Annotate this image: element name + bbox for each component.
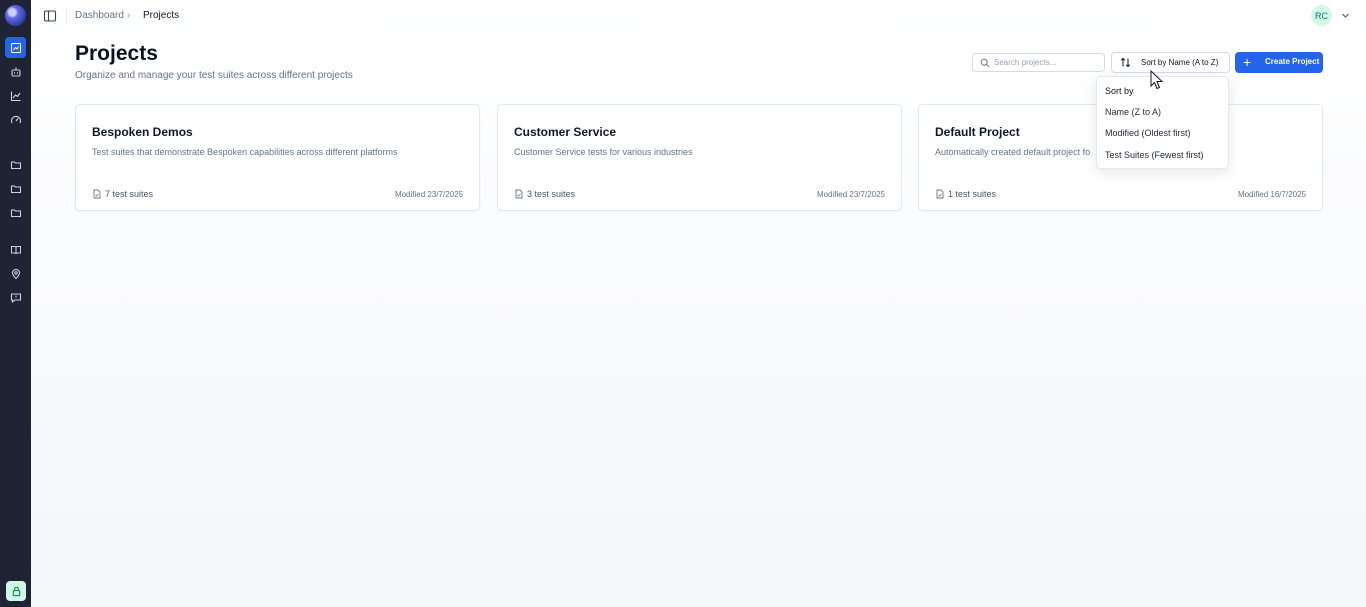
project-title: Default Project — [935, 125, 1020, 139]
breadcrumb-current: Projects — [143, 10, 180, 21]
folder-icon — [10, 184, 21, 193]
sidebar-item-status[interactable] — [6, 581, 26, 601]
sidebar-item-folder-1[interactable] — [5, 154, 26, 175]
test-suite-count-label: 3 test suites — [527, 189, 576, 199]
sidebar — [0, 0, 31, 607]
divider — [66, 9, 67, 23]
test-suite-count: 1 test suites — [935, 189, 996, 199]
top-bar: Dashboard › Projects RC — [31, 0, 1366, 32]
create-project-label: Create Project — [1265, 57, 1320, 66]
project-title: Customer Service — [514, 125, 617, 139]
test-suite-count-label: 1 test suites — [948, 189, 997, 199]
project-title: Bespoken Demos — [92, 125, 193, 139]
projects-icon — [10, 42, 21, 53]
app-logo[interactable] — [5, 5, 26, 26]
sort-option-name-desc[interactable]: Name (Z to A) — [1105, 107, 1161, 117]
sidebar-item-monitor[interactable] — [5, 109, 26, 130]
line-chart-icon — [10, 91, 20, 101]
project-description: Test suites that demonstrate Bespoken ca… — [92, 147, 398, 157]
breadcrumb-dashboard[interactable]: Dashboard — [75, 10, 124, 21]
project-description: Customer Service tests for various indus… — [514, 147, 693, 157]
search-input[interactable] — [994, 56, 1099, 69]
search-box[interactable] — [972, 53, 1105, 72]
modified-date: Modified 16/7/2025 — [1237, 190, 1306, 199]
file-icon — [93, 189, 101, 199]
robot-icon — [10, 67, 21, 77]
gauge-icon — [10, 115, 21, 123]
map-pin-icon — [11, 268, 20, 279]
folder-icon — [10, 160, 21, 169]
panel-toggle-icon[interactable] — [43, 9, 57, 23]
modified-date: Modified 23/7/2025 — [394, 190, 463, 199]
breadcrumb-separator: › — [127, 10, 131, 21]
modified-date: Modified 23/7/2025 — [816, 190, 885, 199]
test-suite-count: 7 test suites — [92, 189, 153, 199]
chevron-down-icon[interactable] — [1341, 11, 1350, 20]
mouse-cursor-icon — [1150, 70, 1164, 90]
folder-icon — [10, 208, 21, 217]
page-title: Projects — [75, 42, 158, 65]
sidebar-item-folder-3[interactable] — [5, 202, 26, 223]
avatar[interactable]: RC — [1311, 5, 1332, 26]
sidebar-item-feedback[interactable] — [5, 287, 26, 308]
sidebar-item-folder-2[interactable] — [5, 178, 26, 199]
page-subtitle: Organize and manage your test suites acr… — [75, 70, 353, 81]
file-icon — [515, 189, 523, 199]
message-icon — [10, 292, 21, 303]
sort-button-label: Sort by Name (A to Z) — [1141, 58, 1219, 67]
sort-arrows-icon — [1120, 57, 1131, 68]
test-suite-count-label: 7 test suites — [105, 189, 154, 199]
sort-menu-heading: Sort by — [1105, 86, 1134, 96]
file-icon — [936, 189, 944, 199]
lock-icon — [12, 586, 20, 596]
project-card-customer-service[interactable]: Customer Service Customer Service tests … — [497, 104, 902, 211]
sidebar-item-location[interactable] — [5, 263, 26, 284]
test-suite-count: 3 test suites — [514, 189, 575, 199]
sidebar-item-analytics[interactable] — [5, 85, 26, 106]
sort-button[interactable]: Sort by Name (A to Z) — [1111, 52, 1230, 73]
sidebar-item-docs[interactable] — [5, 239, 26, 260]
sort-option-suites-fewest[interactable]: Test Suites (Fewest first) — [1105, 150, 1204, 160]
plus-icon: + — [1243, 54, 1252, 70]
create-project-button[interactable]: + Create Project — [1235, 52, 1323, 73]
project-card-bespoken-demos[interactable]: Bespoken Demos Test suites that demonstr… — [75, 104, 480, 211]
book-icon — [10, 245, 21, 254]
project-description: Automatically created default project fo — [935, 147, 1091, 157]
sort-option-modified-oldest[interactable]: Modified (Oldest first) — [1105, 128, 1191, 138]
sidebar-item-projects[interactable] — [5, 37, 26, 58]
sidebar-item-bots[interactable] — [5, 61, 26, 82]
search-icon — [980, 58, 990, 68]
